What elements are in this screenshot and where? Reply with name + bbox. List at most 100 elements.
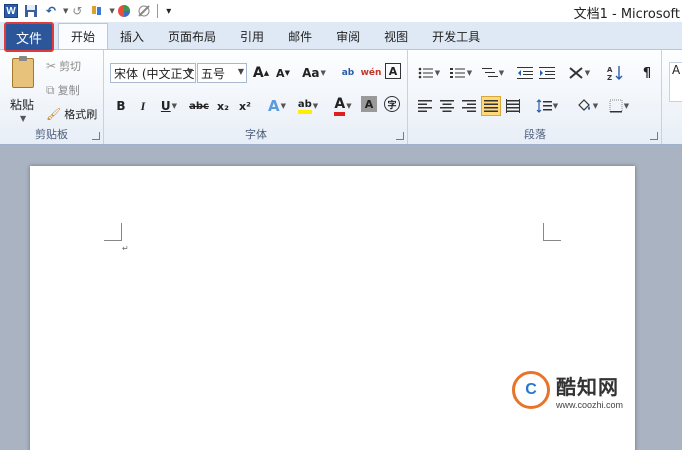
tab-developer[interactable]: 开发工具 (420, 24, 492, 49)
char-border-button[interactable]: A (385, 63, 401, 79)
tab-file[interactable]: 文件 (4, 22, 54, 52)
paragraph-group: ▼ ▼ ▼ ▼ AZ ¶ ▼ ▼ ▼ 段落 (409, 50, 662, 144)
strikethrough-button[interactable]: abc (187, 96, 211, 116)
format-painter-label: 格式刷 (64, 108, 98, 121)
font-size-dropdown-icon[interactable]: ▼ (238, 67, 244, 76)
paste-dropdown-icon[interactable]: ▼ (20, 114, 26, 123)
font-name-dropdown-icon[interactable]: ▼ (187, 67, 193, 76)
shrink-font-button[interactable]: A ▼ (273, 63, 293, 83)
superscript-button[interactable]: x² (235, 96, 255, 116)
paragraph-dialog-launcher-icon[interactable] (650, 132, 658, 140)
grow-font-button[interactable]: A ▲ (251, 63, 271, 83)
copy-label: 复制 (57, 84, 80, 97)
align-center-button[interactable] (437, 96, 457, 116)
bullets-button[interactable]: ▼ (415, 63, 443, 83)
char-shading-button[interactable]: A (361, 96, 377, 112)
style-preview-icon: A (672, 63, 681, 77)
align-right-button[interactable] (459, 96, 479, 116)
numbering-button[interactable]: ▼ (447, 63, 475, 83)
multilevel-list-button[interactable]: ▼ (479, 63, 507, 83)
tab-page-layout[interactable]: 页面布局 (156, 24, 228, 49)
tab-insert[interactable]: 插入 (108, 24, 156, 49)
char-border-icon: A (388, 64, 398, 78)
increase-indent-button[interactable] (537, 63, 557, 83)
redo-icon[interactable]: ↺ (68, 2, 86, 20)
decrease-indent-button[interactable] (515, 63, 535, 83)
word-app-icon[interactable]: W (2, 2, 20, 20)
italic-button[interactable]: I (133, 96, 153, 116)
window-title: 文档1 - Microsoft (573, 7, 680, 22)
format-painter-qat-icon[interactable] (88, 2, 106, 20)
watermark-text: 酷知网 www.coozhi.com (556, 371, 623, 410)
chinese-layout-icon (569, 67, 583, 79)
change-case-icon: Aa (302, 66, 320, 80)
tab-review[interactable]: 审阅 (324, 24, 372, 49)
undo-icon[interactable]: ↶ (42, 2, 60, 20)
wen-icon: wén (360, 68, 382, 78)
svg-text:Z: Z (607, 74, 612, 81)
clipboard-dialog-launcher-icon[interactable] (92, 132, 100, 140)
font-dialog-launcher-icon[interactable] (396, 132, 404, 140)
font-group-label: 字体 (245, 128, 267, 141)
borders-icon (609, 99, 623, 113)
font-name-combo[interactable]: 宋体 (中文正文 ▼ (110, 63, 196, 83)
justify-button[interactable] (481, 96, 501, 116)
justify-icon (484, 100, 498, 112)
paragraph-mark-icon: ¶ (642, 65, 652, 81)
save-icon[interactable] (22, 2, 40, 20)
word-logo: W (4, 4, 18, 18)
distributed-button[interactable] (503, 96, 523, 116)
align-center-icon (440, 100, 454, 112)
enclosed-char-icon: 字 (387, 100, 397, 111)
font-color-button[interactable]: A ▼ (329, 96, 357, 116)
customize-qat-icon[interactable]: ▾ (160, 2, 178, 20)
subscript-button[interactable]: x₂ (213, 96, 233, 116)
phonetic-guide-button[interactable]: ab (338, 63, 358, 83)
borders-button[interactable]: ▼ (605, 96, 633, 116)
enclosed-char-button[interactable]: 字 (384, 96, 400, 112)
tab-home[interactable]: 开始 (58, 23, 109, 49)
watermark: C 酷知网 www.coozhi.com (512, 362, 662, 418)
font-size-combo[interactable]: 五号 ▼ (197, 63, 247, 83)
clipboard-group: 粘贴 ▼ ✂ 剪切 ⧉ 复制 🖌 格式刷 剪贴板 (0, 50, 104, 144)
sort-icon: AZ (607, 66, 623, 81)
distributed-icon (506, 99, 520, 113)
line-spacing-icon (536, 99, 552, 113)
paragraph-group-label: 段落 (524, 128, 546, 141)
underline-button[interactable]: U ▼ (155, 96, 183, 116)
text-effects-button[interactable]: A ▼ (263, 96, 291, 116)
copy-icon: ⧉ (46, 82, 55, 97)
numbering-icon (449, 68, 465, 78)
tab-references[interactable]: 引用 (228, 24, 276, 49)
watermark-brand: 酷知网 (556, 374, 619, 399)
enclose-char-button[interactable]: wén (360, 63, 382, 83)
sort-button[interactable]: AZ (605, 63, 625, 83)
eraser-icon[interactable] (135, 2, 153, 20)
color-wheel-icon[interactable] (115, 2, 133, 20)
copy-button[interactable]: ⧉ 复制 (46, 82, 80, 98)
tab-mailings[interactable]: 邮件 (276, 24, 324, 49)
chinese-layout-button[interactable]: ▼ (565, 63, 593, 83)
paste-icon (12, 56, 34, 88)
clipboard-group-label: 剪贴板 (35, 128, 68, 141)
bold-button[interactable]: B (111, 96, 131, 116)
style-preview[interactable]: A (669, 62, 682, 102)
styles-group: A (663, 50, 682, 144)
align-left-button[interactable] (415, 96, 435, 116)
paint-bucket-icon (577, 99, 590, 111)
format-painter-button[interactable]: 🖌 格式刷 (46, 106, 97, 122)
shading-button[interactable]: ▼ (573, 96, 601, 116)
underline-icon: U (160, 99, 171, 113)
ribbon-tab-row: 文件 开始 插入 页面布局 引用 邮件 审阅 视图 开发工具 (0, 22, 682, 52)
line-spacing-button[interactable]: ▼ (533, 96, 561, 116)
tab-view[interactable]: 视图 (372, 24, 420, 49)
watermark-url: www.coozhi.com (556, 399, 624, 410)
cut-button[interactable]: ✂ 剪切 (46, 58, 81, 74)
ribbon: 粘贴 ▼ ✂ 剪切 ⧉ 复制 🖌 格式刷 剪贴板 宋体 (中文正文 ▼ 五号 ▼… (0, 49, 682, 145)
svg-text:A: A (607, 66, 613, 74)
show-marks-button[interactable]: ¶ (637, 63, 657, 83)
change-case-button[interactable]: Aa ▼ (301, 63, 327, 83)
font-color-icon: A (334, 96, 346, 116)
quick-access-toolbar: W ↶ ▼ ↺ ▼ ▾ (0, 0, 180, 22)
highlight-button[interactable]: ab ▼ (293, 96, 323, 116)
